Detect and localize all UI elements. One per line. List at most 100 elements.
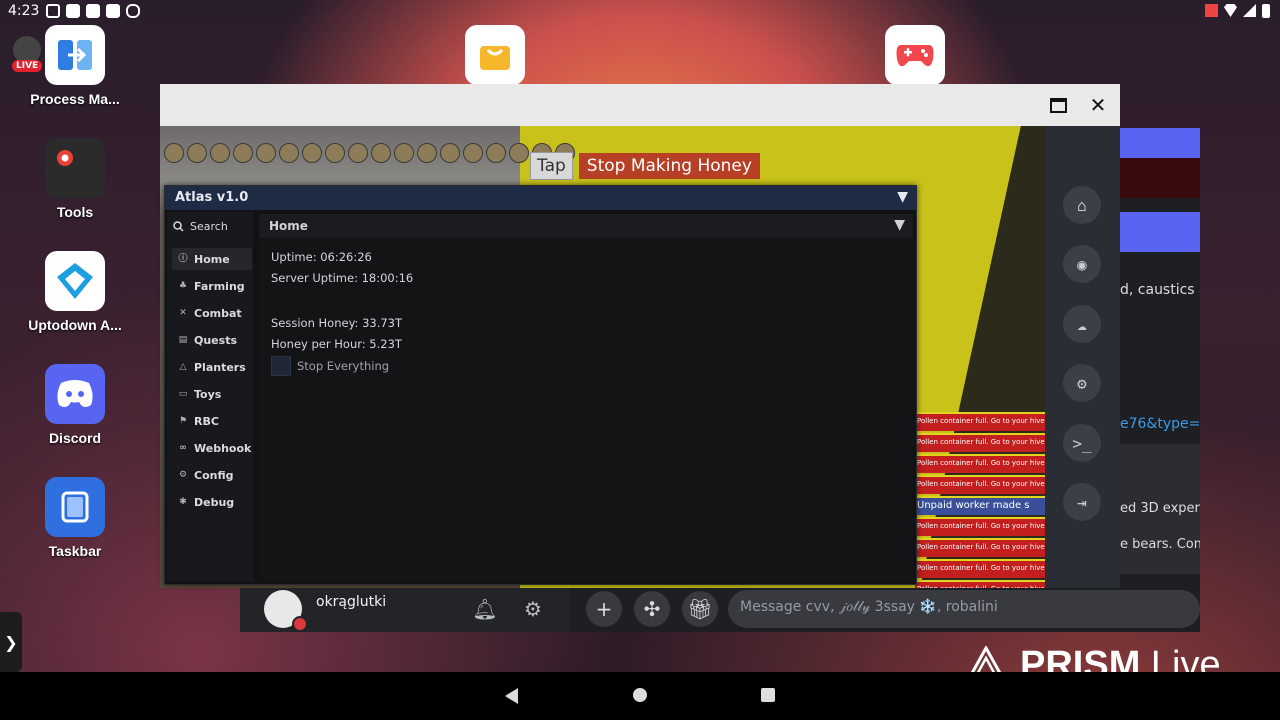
buff-icon: [233, 143, 253, 163]
cloud-icon: ☁: [1077, 314, 1087, 334]
shopping-bag-icon: [480, 46, 510, 70]
collapse-icon[interactable]: ▼: [897, 189, 908, 205]
maximize-button[interactable]: [1047, 94, 1069, 116]
buff-icon: [302, 143, 322, 163]
buff-icon: [279, 143, 299, 163]
uptodown-icon: [45, 251, 105, 311]
sidebar-item-webhook[interactable]: ∞ Webhook: [172, 437, 252, 459]
home-button[interactable]: ⌂: [1063, 186, 1101, 224]
collapse-icon[interactable]: ▼: [894, 217, 905, 233]
game-message-log: Pollen container full. Go to your hive t…: [915, 412, 1046, 588]
taskbar-edge-handle[interactable]: ❯: [0, 612, 22, 672]
recents-button[interactable]: [761, 688, 775, 702]
cloud-button[interactable]: ☁: [1063, 305, 1101, 343]
buff-icon: [394, 143, 414, 163]
discord-icon: [45, 364, 105, 424]
cast-icon: [1205, 4, 1218, 17]
buff-icon: [486, 143, 506, 163]
bell-icon: 🔔︎: [472, 597, 498, 621]
android-nav-bar: [0, 672, 1280, 720]
sidebar-item-rbc[interactable]: ⚑ RBC: [172, 410, 252, 432]
roblox-icon: [66, 4, 80, 18]
stop-everything-checkbox[interactable]: [271, 356, 291, 376]
sidebar-item-config[interactable]: ⚙ Config: [172, 464, 252, 486]
game-controller-icon: [896, 45, 934, 67]
add-attachment-button[interactable]: +: [586, 591, 622, 627]
bg-link[interactable]: e76&type=S: [1120, 416, 1200, 432]
close-button[interactable]: ✕: [1087, 93, 1109, 117]
avatar[interactable]: [264, 590, 308, 632]
desktop-app-uptodown[interactable]: Uptodown A...: [20, 251, 130, 333]
desktop-app-process-manager[interactable]: Process Ma...: [20, 25, 130, 107]
tap-prompt[interactable]: Tap Stop Making Honey: [530, 152, 760, 180]
bg-text-line: ed 3D experie: [1120, 501, 1200, 516]
buff-icon: [325, 143, 345, 163]
box-icon: ▭: [178, 389, 188, 399]
gamepad-icon: ◉: [1077, 254, 1087, 274]
apps-button[interactable]: ✣: [634, 591, 670, 627]
log-line: Pollen container full. Go to your hive t: [915, 517, 1046, 536]
notifications-button[interactable]: 🔔︎: [472, 596, 498, 622]
info-icon: ⓘ: [178, 254, 188, 264]
terminal-button[interactable]: >_: [1063, 424, 1101, 462]
process-manager-icon: [45, 25, 105, 85]
atlas-header[interactable]: Atlas v1.0 ▼: [165, 186, 916, 210]
atlas-panel: Atlas v1.0 ▼ Search ⓘ Home ♣ Farming ✕ Comb…: [164, 185, 917, 585]
window-titlebar: ✕: [160, 84, 1120, 126]
settings-button[interactable]: ⚙: [1063, 364, 1101, 402]
gift-button[interactable]: 🎁︎: [682, 591, 718, 627]
buff-icon: [463, 143, 483, 163]
wifi-icon: [1224, 4, 1237, 17]
search-label: Search: [190, 220, 228, 233]
maximize-icon: [1049, 97, 1067, 113]
triangle-icon: △: [179, 362, 187, 372]
bg-window-banner: [1120, 158, 1200, 198]
home-nav-button[interactable]: [633, 688, 647, 702]
tap-key[interactable]: Tap: [530, 152, 573, 180]
stop-everything-toggle[interactable]: Stop Everything: [271, 356, 389, 376]
sidebar-item-planters[interactable]: △ Planters: [172, 356, 252, 378]
back-button[interactable]: [505, 688, 518, 704]
battery-icon: [1262, 4, 1270, 18]
sidebar-item-label: Planters: [194, 360, 246, 374]
user-settings-button[interactable]: ⚙: [520, 596, 546, 622]
username[interactable]: okrąglutki: [316, 594, 386, 610]
tap-action: Stop Making Honey: [578, 153, 760, 179]
lock-icon: [126, 4, 140, 18]
log-line: Pollen container full. Go to your hive t: [915, 475, 1046, 494]
sidebar-item-label: Toys: [194, 387, 222, 401]
shopping-bag-app[interactable]: [465, 25, 525, 85]
atlas-title: Atlas v1.0: [175, 190, 249, 205]
buff-icon: [348, 143, 368, 163]
section-header[interactable]: Home ▼: [259, 214, 913, 238]
bg-text-line: e bears. Comp: [1120, 537, 1200, 552]
sidebar-item-home[interactable]: ⓘ Home: [172, 248, 252, 270]
buff-icon: [210, 143, 230, 163]
home-icon: ⌂: [1077, 195, 1087, 215]
message-input[interactable]: Message cvv, 𝒿𝑜𝓁𝓁𝓎 3ssay ❄️, robalini: [728, 590, 1200, 628]
sidebar-item-combat[interactable]: ✕ Combat: [172, 302, 252, 324]
buff-icon: [417, 143, 437, 163]
honey-per-hour-label: Honey per Hour: 5.23T: [271, 337, 402, 351]
text-icon: [106, 4, 120, 18]
sidebar-item-quests[interactable]: ▤ Quests: [172, 329, 252, 351]
sidebar-item-debug[interactable]: ✱ Debug: [172, 491, 252, 513]
gamepad-button[interactable]: ◉: [1063, 245, 1101, 283]
sidebar-item-toys[interactable]: ▭ Toys: [172, 383, 252, 405]
bg-window-band: [1120, 212, 1200, 252]
game-controller-app[interactable]: [885, 25, 945, 85]
desktop-app-label: Discord: [48, 430, 102, 446]
bug-icon: ✱: [179, 497, 187, 507]
page-title: Home: [269, 219, 308, 233]
sidebar-item-farming[interactable]: ♣ Farming: [172, 275, 252, 297]
system-icons: [1205, 4, 1270, 18]
desktop-app-taskbar[interactable]: Taskbar: [20, 477, 130, 559]
sidebar-item-label: Config: [194, 468, 234, 482]
gear-icon: ⚙: [178, 470, 188, 480]
search-input[interactable]: Search: [173, 220, 228, 233]
exit-button[interactable]: ⇥: [1063, 483, 1101, 521]
desktop-app-tools[interactable]: Tools: [20, 138, 130, 220]
notification-icons: [46, 4, 140, 18]
desktop-app-discord[interactable]: Discord: [20, 364, 130, 446]
status-bar: 4:23: [0, 0, 1280, 24]
